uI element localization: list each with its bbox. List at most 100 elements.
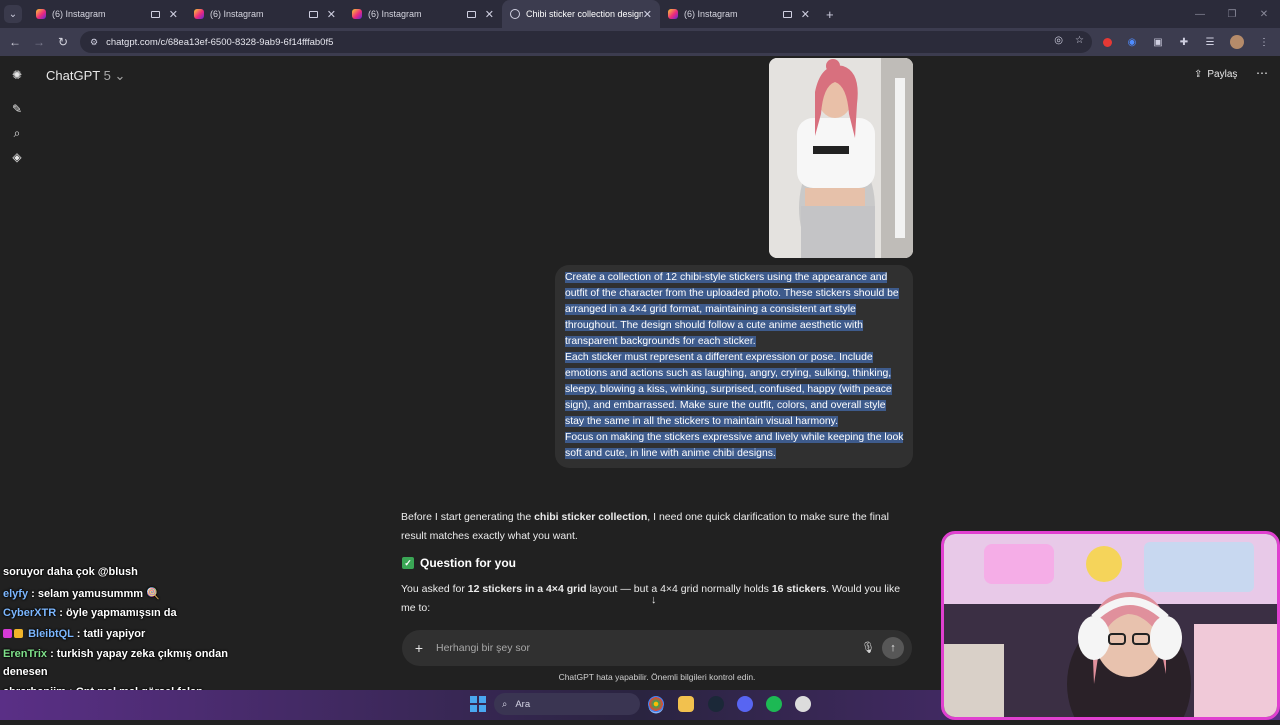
model-selector[interactable]: ChatGPT 5 ⌄: [46, 68, 125, 84]
address-bar[interactable]: ⚙ chatgpt.com/c/68ea13ef-6500-8328-9ab9-…: [80, 31, 1092, 53]
reply-text: Before I start generating the: [401, 511, 535, 523]
prompt-text: Create a collection of 12 chibi-style st…: [565, 272, 899, 347]
tab-search-button[interactable]: ⌄: [4, 5, 22, 23]
chat-text: soruyor daha çok @blush: [3, 566, 138, 578]
reply-text: You asked for: [401, 583, 468, 595]
chat-line: CyberXTR : öyle yapmamışsın da: [3, 607, 177, 619]
chat-username: ErenTrix: [3, 648, 48, 660]
browser-toolbar: ← → ↻ ⚙ chatgpt.com/c/68ea13ef-6500-8328…: [0, 28, 1280, 56]
spotify-icon[interactable]: [766, 696, 782, 712]
prompt-text: Each sticker must represent a different …: [565, 352, 892, 427]
media-icon[interactable]: [308, 10, 318, 18]
extension-icon[interactable]: ▣: [1152, 36, 1164, 48]
chevron-down-icon: ⌄: [114, 68, 126, 83]
chat-username: BleibtQL: [28, 628, 74, 640]
tab-instagram-4[interactable]: (6) Instagram ✕: [660, 0, 818, 28]
new-chat-icon[interactable]: ✎: [10, 102, 24, 116]
tab-instagram-3[interactable]: (6) Instagram ✕: [344, 0, 502, 28]
maximize-icon[interactable]: ❐: [1216, 9, 1248, 20]
message-composer[interactable]: + Herhangi bir şey sor 🎙 ↑: [402, 630, 912, 666]
tab-instagram-2[interactable]: (6) Instagram ✕: [186, 0, 344, 28]
close-icon[interactable]: ✕: [485, 8, 494, 21]
tab-title: (6) Instagram: [684, 9, 738, 19]
assistant-reply-question: You asked for 12 stickers in a 4×4 grid …: [401, 580, 913, 618]
tab-title: (6) Instagram: [368, 9, 422, 19]
reload-icon[interactable]: ↻: [51, 35, 75, 49]
prompt-paragraph: Focus on making the stickers expressive …: [565, 430, 904, 462]
close-window-icon[interactable]: ✕: [1248, 9, 1280, 20]
chat-text: : tatli yapiyor: [73, 628, 146, 640]
taskbar-search[interactable]: ⌕ Ara: [494, 693, 640, 715]
close-icon[interactable]: ✕: [169, 8, 178, 21]
microphone-icon[interactable]: 🎙: [861, 641, 875, 654]
reply-bold: 12 stickers in a 4×4 grid: [467, 583, 587, 595]
forward-icon[interactable]: →: [27, 35, 51, 49]
eye-off-icon[interactable]: ◎: [1054, 35, 1063, 46]
chrome-taskbar-icon[interactable]: [648, 696, 664, 712]
question-heading-text: Question for you: [420, 556, 516, 570]
tab-instagram-1[interactable]: (6) Instagram ✕: [28, 0, 186, 28]
chatgpt-icon: [510, 9, 520, 19]
chat-text: : turkish yapay zeka çıkmış ondan: [47, 648, 228, 660]
model-version: 5: [103, 68, 111, 83]
windows-start-icon[interactable]: [470, 696, 486, 712]
instagram-icon: [352, 9, 362, 19]
check-mark-icon: ✓: [402, 557, 414, 569]
chat-line: ErenTrix : turkish yapay zeka çıkmış ond…: [3, 648, 228, 660]
composer-placeholder: Herhangi bir şey sor: [436, 642, 530, 654]
send-button[interactable]: ↑: [882, 637, 904, 659]
reading-list-icon[interactable]: ☰: [1204, 36, 1216, 48]
reply-bold: 16 stickers: [771, 583, 827, 595]
chat-line: elyfy : selam yamusummm 🍭: [3, 587, 160, 600]
question-heading: ✓ Question for you: [402, 556, 516, 570]
library-icon[interactable]: ◈: [10, 150, 24, 164]
prompt-paragraph: Create a collection of 12 chibi-style st…: [565, 270, 904, 350]
share-button[interactable]: ⇪ Paylaş: [1194, 69, 1237, 80]
site-info-icon[interactable]: ⚙: [90, 37, 98, 48]
scroll-down-arrow-icon[interactable]: ↓: [651, 594, 657, 606]
sidebar-rail: ✺ ✎ ⌕ ◈: [0, 56, 34, 720]
chat-line: soruyor daha çok @blush: [3, 566, 138, 578]
audio-extension-icon[interactable]: ◉: [1126, 36, 1138, 48]
webcam-overlay: [941, 531, 1280, 720]
close-icon[interactable]: ✕: [643, 8, 652, 21]
back-icon[interactable]: ←: [3, 35, 27, 49]
tab-strip: ⌄ (6) Instagram ✕ (6) Instagram ✕ (6) In…: [0, 0, 1280, 28]
bookmark-star-icon[interactable]: ☆: [1075, 35, 1084, 46]
chevron-down-icon: ⌄: [8, 8, 18, 20]
disclaimer-text: ChatGPT hata yapabilir. Önemli bilgileri…: [558, 672, 756, 682]
media-icon[interactable]: [150, 10, 160, 18]
chat-username: elyfy: [3, 588, 29, 600]
search-icon[interactable]: ⌕: [10, 126, 24, 140]
minimize-icon[interactable]: —: [1184, 9, 1216, 20]
user-message[interactable]: Create a collection of 12 chibi-style st…: [555, 265, 913, 468]
add-attachment-icon[interactable]: +: [402, 640, 436, 656]
discord-icon[interactable]: [737, 696, 753, 712]
media-icon[interactable]: [466, 10, 476, 18]
uploaded-photo[interactable]: [769, 58, 913, 258]
record-extension-icon[interactable]: [1103, 37, 1112, 47]
file-explorer-icon[interactable]: [678, 696, 694, 712]
prompt-text: Focus on making the stickers expressive …: [565, 432, 904, 459]
profile-avatar[interactable]: [1230, 35, 1244, 49]
more-options-icon[interactable]: ⋯: [1256, 66, 1268, 80]
chat-line: denesen: [3, 666, 48, 678]
tab-title: (6) Instagram: [210, 9, 264, 19]
media-icon[interactable]: [782, 10, 792, 18]
puzzle-icon[interactable]: ✚: [1178, 36, 1190, 48]
close-icon[interactable]: ✕: [327, 8, 336, 21]
model-name: ChatGPT: [46, 68, 100, 83]
chat-text: : selam yamusummm: [28, 588, 144, 600]
menu-dots-icon[interactable]: ⋮: [1258, 36, 1270, 48]
webcam-illustration: [944, 534, 1277, 717]
new-tab-button[interactable]: +: [826, 7, 834, 22]
steam-icon[interactable]: [708, 696, 724, 712]
assistant-reply-intro: Before I start generating the chibi stic…: [401, 508, 913, 546]
tab-title: Chibi sticker collection design: [526, 9, 643, 19]
tab-chibi-sticker[interactable]: Chibi sticker collection design ✕: [502, 0, 660, 28]
close-icon[interactable]: ✕: [801, 8, 810, 21]
search-icon: ⌕: [502, 698, 508, 710]
share-label: Paylaş: [1207, 69, 1238, 80]
openai-logo-icon[interactable]: ✺: [10, 68, 24, 82]
obs-icon[interactable]: [795, 696, 811, 712]
